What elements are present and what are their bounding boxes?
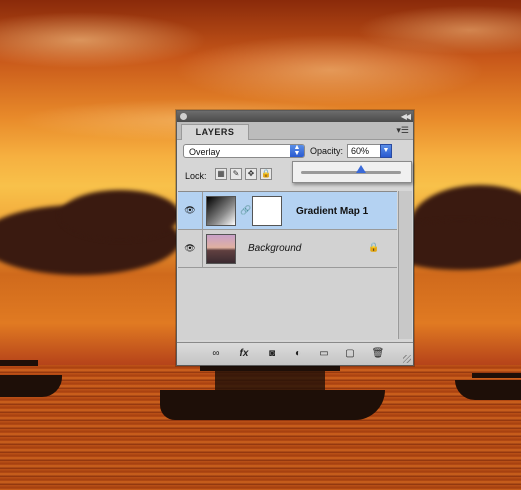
lock-label: Lock: [185, 171, 207, 181]
panel-tab-row: LAYERS ▾☰ [177, 122, 413, 140]
adjustment-thumbnail [206, 196, 236, 226]
visibility-cell[interactable]: 👁 [178, 230, 203, 267]
collapse-icon[interactable]: ◀◀ [401, 111, 411, 122]
blend-mode-select[interactable]: Overlay ▲ ▼ [183, 144, 305, 158]
blend-mode-value: Overlay [189, 147, 221, 157]
lock-icon: 🔒 [368, 242, 380, 252]
new-layer-icon[interactable]: ▢ [343, 348, 357, 360]
boat-right-roof [472, 373, 521, 378]
panel-menu-icon[interactable]: ▾☰ [396, 125, 409, 136]
lock-position-icon[interactable]: ✥ [245, 168, 257, 180]
layer-row-background[interactable]: 👁 Background 🔒 [178, 230, 397, 268]
boat-left [0, 375, 62, 397]
eye-icon[interactable]: 👁 [183, 205, 197, 215]
lock-transparency-icon[interactable]: ▦ [215, 168, 227, 180]
fx-icon[interactable]: fx [237, 348, 251, 360]
trash-icon[interactable]: 🗑 [371, 348, 385, 360]
boat-left-roof [0, 360, 38, 366]
link-layers-icon[interactable]: ∞ [209, 348, 223, 360]
lock-all-icon[interactable]: 🔒 [260, 168, 272, 180]
layer-mask-icon[interactable]: ◙ [265, 348, 279, 360]
mask-thumbnail[interactable] [252, 196, 282, 226]
chevron-updown-icon: ▲ ▼ [290, 144, 304, 157]
tab-layers[interactable]: LAYERS [181, 124, 249, 140]
visibility-cell[interactable]: 👁 [178, 192, 203, 229]
opacity-label: Opacity: [310, 146, 344, 156]
eye-icon[interactable]: 👁 [183, 243, 197, 253]
new-group-icon[interactable]: ▭ [317, 348, 331, 360]
boat-center-cabin [215, 371, 325, 391]
link-icon[interactable]: 🔗 [240, 205, 251, 216]
layer-row-gradient-map[interactable]: 👁 🔗 Gradient Map 1 [178, 192, 397, 230]
lock-image-icon[interactable]: ✎ [230, 168, 242, 180]
opacity-slider-popup [292, 161, 412, 183]
layer-name[interactable]: Background [248, 243, 301, 254]
opacity-input[interactable]: 60% [347, 144, 381, 158]
boat-right [455, 380, 521, 400]
layers-scrollbar[interactable] [398, 191, 412, 339]
opacity-slider-thumb[interactable] [356, 165, 366, 173]
panel-titlebar[interactable]: ◀◀ [177, 111, 413, 122]
layers-panel: ◀◀ LAYERS ▾☰ Overlay ▲ ▼ Opacity: 60% ▼ L… [176, 110, 414, 366]
dark-cloud [60, 190, 180, 240]
opacity-slider-track[interactable] [301, 171, 401, 174]
layer-name[interactable]: Gradient Map 1 [296, 206, 368, 217]
panel-bottom-bar: ∞ fx ◙ ◐ ▭ ▢ 🗑 [177, 342, 413, 365]
layers-list: 👁 🔗 Gradient Map 1 👁 Background 🔒 [178, 191, 397, 340]
opacity-dropdown-button[interactable]: ▼ [380, 144, 392, 158]
close-icon[interactable] [180, 113, 187, 120]
resize-grip[interactable] [403, 355, 411, 363]
adjustment-layer-icon[interactable]: ◐ [291, 348, 305, 360]
boat-center [160, 390, 385, 420]
background-thumbnail [206, 234, 236, 264]
